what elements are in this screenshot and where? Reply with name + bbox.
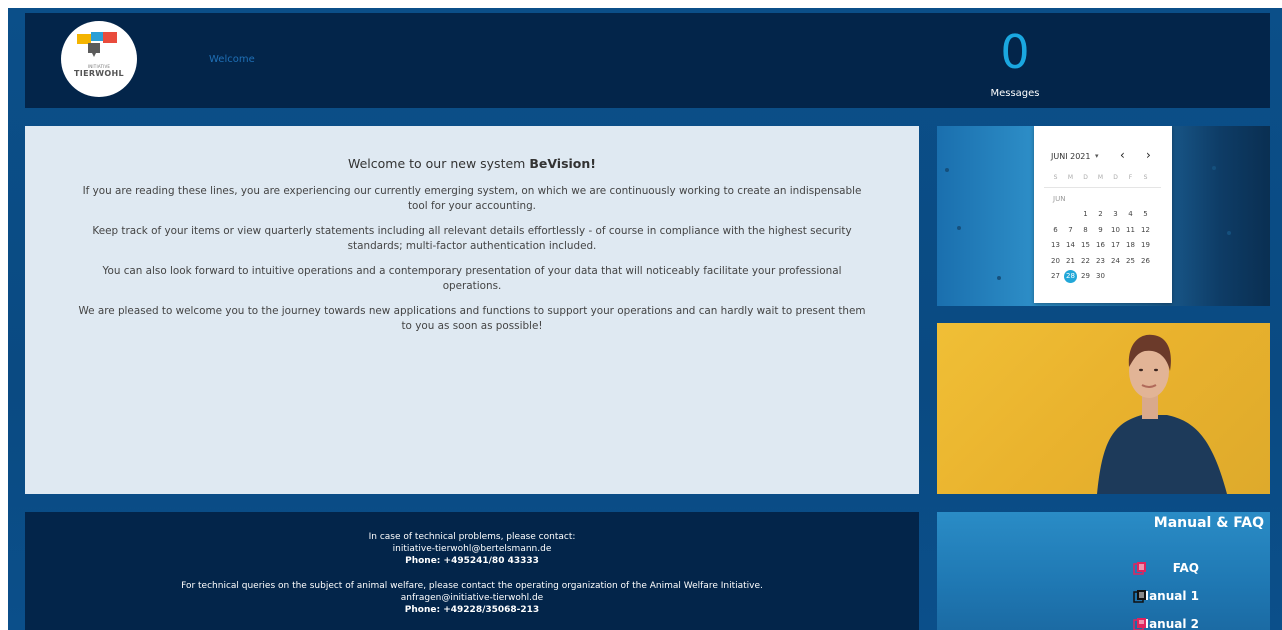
wall-dot [945, 168, 949, 172]
woman-photo [937, 323, 1270, 494]
calendar-day[interactable]: 18 [1123, 239, 1138, 251]
calendar-day[interactable]: 27 [1048, 270, 1063, 282]
calendar-day[interactable]: 11 [1123, 224, 1138, 236]
weekday-label: M [1067, 174, 1074, 181]
calendar-day[interactable]: 21 [1063, 255, 1078, 267]
calendar-prev-button[interactable]: ‹ [1120, 148, 1125, 162]
page-frame: INITIATIVE TIERWOHL Welcome 0 Messages W… [8, 8, 1282, 630]
messages-label[interactable]: Messages [980, 88, 1050, 99]
calendar-day[interactable]: 14 [1063, 239, 1078, 251]
welcome-link[interactable]: Welcome [209, 54, 255, 65]
calendar-day[interactable]: 13 [1048, 239, 1063, 251]
calendar-week-row: 27 28 29 30 [1048, 270, 1168, 283]
wall-dot [1227, 231, 1231, 235]
calendar-day[interactable]: 29 [1078, 270, 1093, 282]
manual-faq-tile: Manual & FAQ FAQ Manual 1 Manual 2 [937, 512, 1270, 630]
weekday-label: D [1083, 174, 1088, 181]
welfare-contact-intro: For technical queries on the subject of … [181, 581, 763, 591]
weekday-label: F [1128, 174, 1133, 181]
welcome-title: Welcome to our new system BeVision! [25, 156, 919, 171]
calendar-day[interactable]: 2 [1093, 208, 1108, 220]
wall-dot [997, 276, 1001, 280]
calendar-day[interactable]: 19 [1138, 239, 1153, 251]
calendar-day[interactable]: 15 [1078, 239, 1093, 251]
weekday-label: S [1053, 174, 1058, 181]
wall-dot [957, 226, 961, 230]
calendar-day[interactable]: 3 [1108, 208, 1123, 220]
calendar-day[interactable]: 24 [1108, 255, 1123, 267]
logo-title: TIERWOHL [74, 69, 124, 78]
calendar-day[interactable]: 17 [1108, 239, 1123, 251]
calendar-day-today[interactable]: 28 [1064, 270, 1077, 283]
calendar-weekdays: S M D M D F S [1048, 174, 1168, 184]
calendar-day[interactable]: 9 [1093, 224, 1108, 236]
welcome-paragraph-3: You can also look forward to intuitive o… [102, 265, 842, 292]
faq-link[interactable]: FAQ [1173, 561, 1199, 575]
calendar-day[interactable]: 8 [1078, 224, 1093, 236]
footer-contact: In case of technical problems, please co… [25, 512, 919, 630]
calendar-day[interactable]: 12 [1138, 224, 1153, 236]
calendar-day[interactable]: 16 [1093, 239, 1108, 251]
calendar-week-row: 6 7 8 9 10 11 12 [1048, 224, 1168, 236]
calendar-day[interactable]: 20 [1048, 255, 1063, 267]
calendar-day[interactable]: 6 [1048, 224, 1063, 236]
weekday-label: S [1143, 174, 1148, 181]
welfare-phone-text: Phone: +49228/35068-213 [404, 605, 540, 615]
document-icon[interactable] [1133, 561, 1147, 575]
calendar-day[interactable]: 25 [1123, 255, 1138, 267]
weekday-label: D [1113, 174, 1118, 181]
calendar-day[interactable]: 5 [1138, 208, 1153, 220]
tech-contact-email[interactable]: initiative-tierwohl@bertelsmann.de [25, 543, 919, 555]
document-icon[interactable] [1133, 617, 1147, 630]
welcome-paragraph-1: If you are reading these lines, you are … [82, 185, 862, 212]
tech-contact-phone: Phone: +495241/80 43333 [25, 555, 919, 567]
calendar-week-row: 12345 [1048, 208, 1168, 220]
calendar-month-year[interactable]: JUNI 2021 [1051, 152, 1090, 161]
weekday-label: M [1097, 174, 1104, 181]
welfare-contact-phone: Phone: +49228/35068-213 [25, 604, 919, 616]
calendar-day[interactable]: 26 [1138, 255, 1153, 267]
document-icon[interactable] [1133, 589, 1147, 603]
welfare-contact-email[interactable]: anfragen@initiative-tierwohl.de [25, 592, 919, 604]
woman-illustration [1097, 334, 1227, 494]
calendar-divider [1044, 187, 1161, 188]
wall-dot [1212, 166, 1216, 170]
welcome-panel: Welcome to our new system BeVision! If y… [25, 126, 919, 494]
calendar-tile: JUNI 2021 ▾ ‹ › S M D M D F S JUN 123456… [937, 126, 1270, 306]
technical-contact: In case of technical problems, please co… [25, 531, 919, 567]
calendar-next-button[interactable]: › [1146, 148, 1151, 162]
tech-contact-intro: In case of technical problems, please co… [368, 532, 576, 542]
tech-phone-text: Phone: +495241/80 43333 [405, 556, 539, 566]
welcome-title-prefix: Welcome to our new system [347, 156, 530, 171]
speech-bubbles-icon [77, 32, 117, 57]
calendar-day[interactable]: 22 [1078, 255, 1093, 267]
welcome-paragraph-2: Keep track of your items or view quarter… [92, 225, 852, 252]
animal-welfare-contact: For technical queries on the subject of … [25, 580, 919, 616]
welcome-title-brand: BeVision! [529, 156, 596, 171]
calendar-day[interactable]: 30 [1093, 270, 1108, 282]
initiative-tierwohl-logo[interactable]: INITIATIVE TIERWOHL [61, 21, 137, 97]
manual-faq-title: Manual & FAQ [1153, 515, 1264, 531]
welcome-paragraph-4: We are pleased to welcome you to the jou… [78, 305, 866, 332]
header-bar: INITIATIVE TIERWOHL Welcome 0 Messages [25, 13, 1270, 108]
calendar-day[interactable]: 1 [1078, 208, 1093, 220]
messages-count[interactable]: 0 [985, 27, 1045, 77]
calendar-month-label: JUN [1053, 195, 1066, 203]
calendar-week-row: 13 14 15 16 17 18 19 [1048, 239, 1168, 251]
calendar-day[interactable]: 7 [1063, 224, 1078, 236]
chevron-down-icon[interactable]: ▾ [1095, 152, 1099, 160]
calendar-day[interactable]: 4 [1123, 208, 1138, 220]
calendar-day[interactable]: 10 [1108, 224, 1123, 236]
calendar-week-row: 20 21 22 23 24 25 26 [1048, 255, 1168, 267]
calendar-day[interactable]: 23 [1093, 255, 1108, 267]
calendar-widget[interactable]: JUNI 2021 ▾ ‹ › S M D M D F S JUN 123456… [1034, 126, 1172, 303]
